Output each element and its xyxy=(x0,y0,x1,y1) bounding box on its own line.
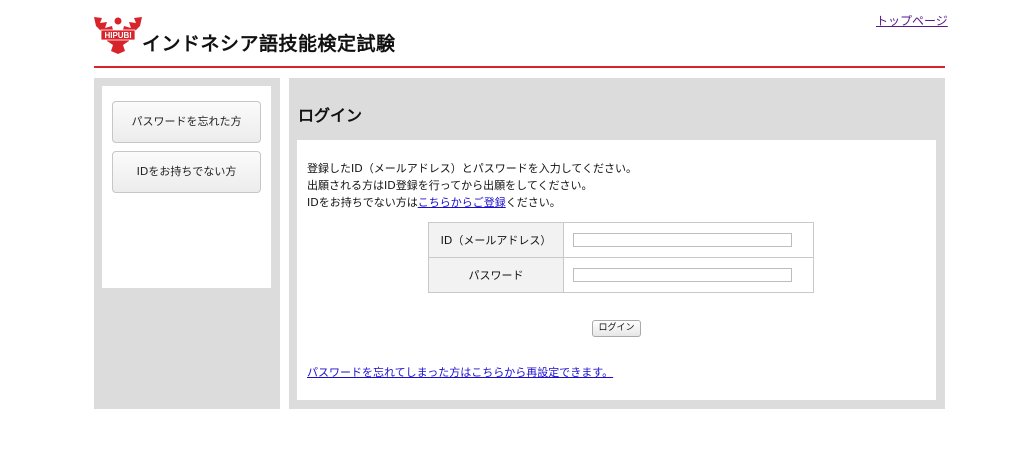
instruction-line-2: 出願される方はID登録を行ってから出願をしてください。 xyxy=(307,179,593,192)
header-divider xyxy=(94,66,945,68)
login-panel: 登録したID（メールアドレス）とパスワードを入力してください。 出願される方はI… xyxy=(297,140,936,400)
instruction-line-3-suffix: ください。 xyxy=(505,196,561,209)
page-title: ログイン xyxy=(298,106,363,125)
id-input[interactable] xyxy=(573,233,792,247)
sidebar: パスワードを忘れた方 IDをお持ちでない方 xyxy=(94,78,280,409)
password-row: パスワード xyxy=(428,257,814,293)
site-header: HIPUBI インドネシア語技能検定試験 トップページ xyxy=(0,0,1024,68)
forgot-password-button[interactable]: パスワードを忘れた方 xyxy=(112,101,261,143)
login-instructions: 登録したID（メールアドレス）とパスワードを入力してください。 出願される方はI… xyxy=(307,160,637,211)
password-input[interactable] xyxy=(573,268,792,282)
password-reset-row: パスワードを忘れてしまった方はこちらから再設定できます。 xyxy=(307,364,613,380)
logo-text: HIPUBI xyxy=(104,31,131,40)
register-link[interactable]: こちらからご登録 xyxy=(418,196,506,209)
main-content: ログイン 登録したID（メールアドレス）とパスワードを入力してください。 出願さ… xyxy=(289,78,945,409)
site-title: インドネシア語技能検定試験 xyxy=(142,33,396,55)
instruction-line-3: IDをお持ちでない方はこちらからご登録ください。 xyxy=(307,194,637,211)
id-label: ID（メールアドレス） xyxy=(428,222,564,258)
id-row: ID（メールアドレス） xyxy=(428,222,814,258)
password-input-cell xyxy=(563,257,814,293)
id-input-cell xyxy=(563,222,814,258)
instruction-line-1: 登録したID（メールアドレス）とパスワードを入力してください。 xyxy=(307,162,638,175)
login-form: ID（メールアドレス） パスワード xyxy=(428,222,814,293)
instruction-line-3-prefix: IDをお持ちでない方は xyxy=(307,196,418,209)
no-id-button[interactable]: IDをお持ちでない方 xyxy=(112,151,261,193)
top-page-link[interactable]: トップページ xyxy=(876,12,948,29)
password-label: パスワード xyxy=(428,257,564,293)
sidebar-menu: パスワードを忘れた方 IDをお持ちでない方 xyxy=(102,86,271,288)
hipubi-eagle-logo[interactable]: HIPUBI xyxy=(94,14,142,54)
login-button[interactable]: ログイン xyxy=(592,320,641,337)
password-reset-link[interactable]: パスワードを忘れてしまった方はこちらから再設定できます。 xyxy=(307,366,613,379)
eagle-logo-icon: HIPUBI xyxy=(94,17,142,54)
